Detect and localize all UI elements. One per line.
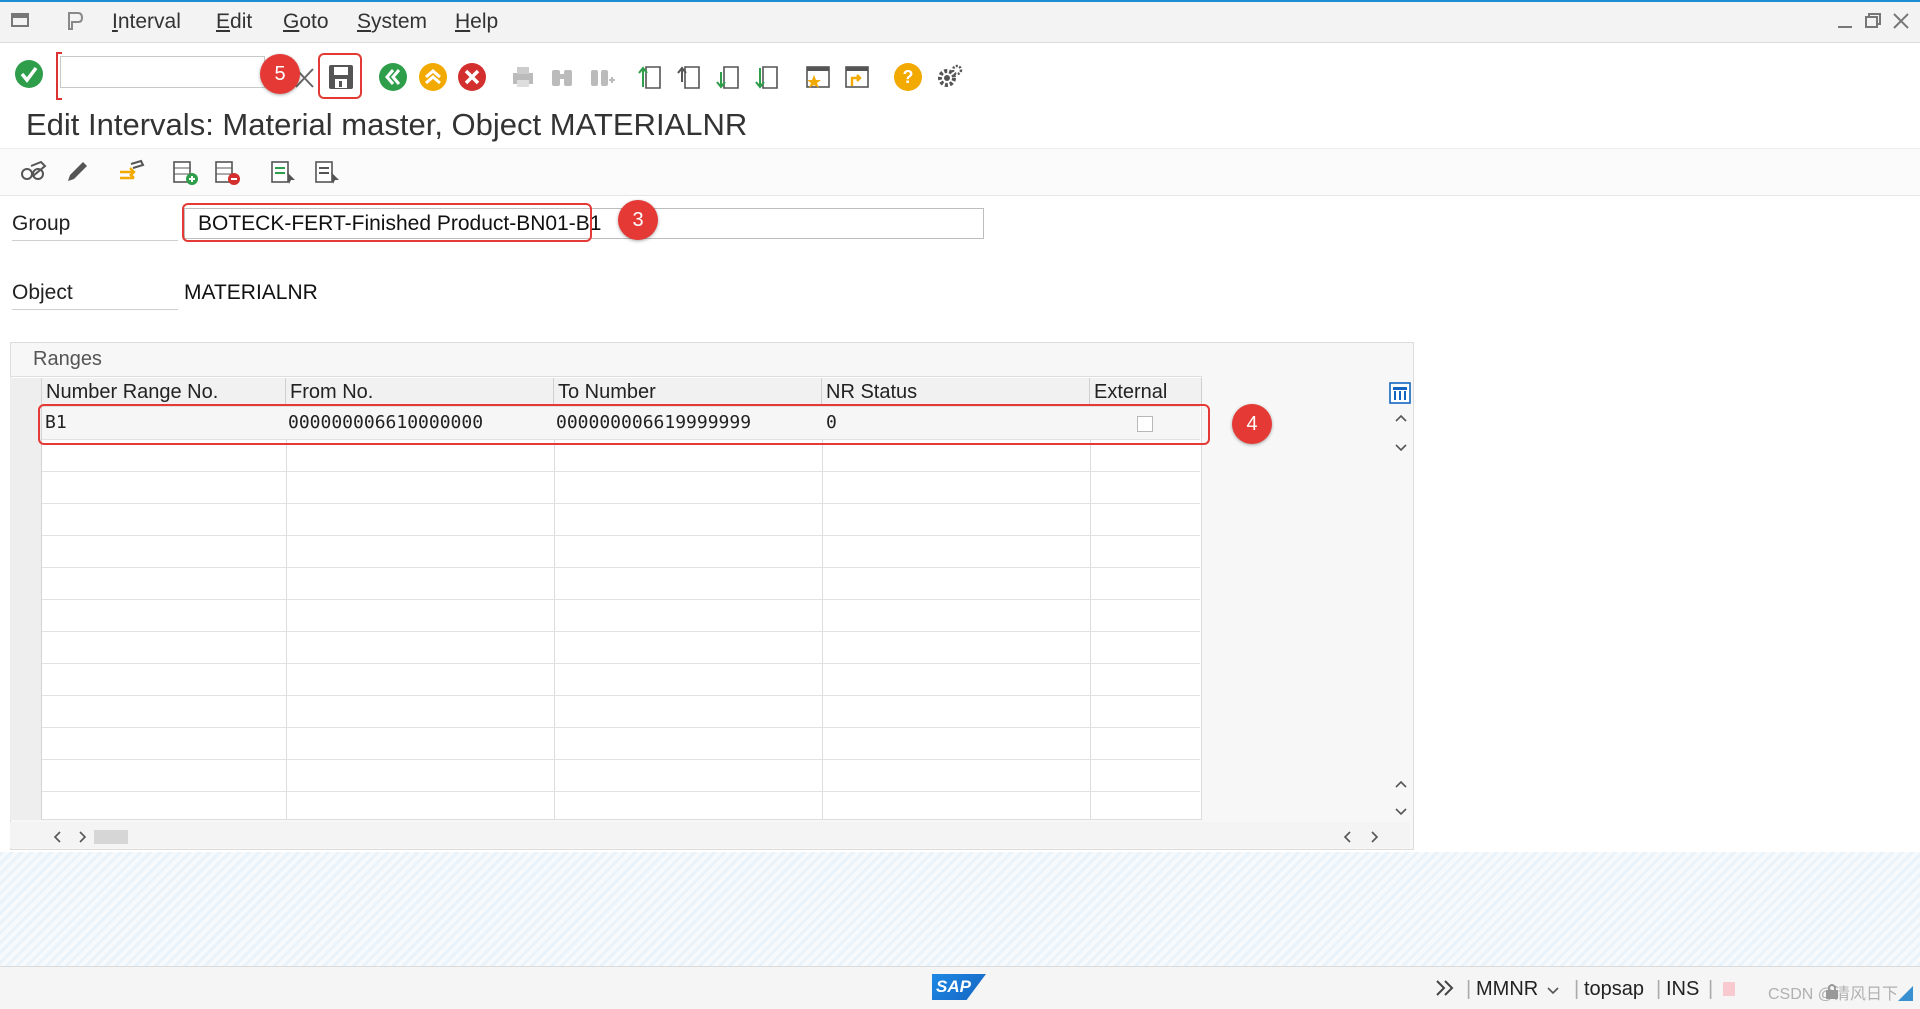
minimize-icon[interactable]: [1836, 12, 1854, 35]
row-selector-column[interactable]: [10, 378, 42, 820]
status-system: topsap: [1584, 978, 1645, 1000]
restore-icon[interactable]: [1864, 12, 1882, 35]
horizontal-scrollbar[interactable]: [10, 822, 1410, 848]
menu-system[interactable]: System: [357, 10, 427, 34]
col-header-to[interactable]: To Number: [554, 378, 822, 406]
print-icon: [506, 60, 540, 94]
insert-interval-icon[interactable]: [170, 157, 200, 187]
scroll-right-icon[interactable]: [78, 830, 88, 849]
change-status-icon[interactable]: [116, 157, 146, 187]
svg-text:?: ?: [903, 67, 914, 87]
scroll-right-end-icon[interactable]: [1370, 830, 1380, 849]
scroll-page-up-icon[interactable]: [1394, 776, 1408, 794]
find-next-icon: [585, 60, 619, 94]
deselect-all-icon[interactable]: [312, 157, 342, 187]
scroll-thumb[interactable]: [94, 830, 128, 844]
row-divider: [42, 631, 1200, 632]
col-header-from[interactable]: From No.: [286, 378, 554, 406]
scroll-down-icon[interactable]: [1394, 440, 1408, 458]
help-icon[interactable]: ?: [891, 60, 925, 94]
status-separator: |: [1466, 978, 1472, 1000]
col-header-number-range[interactable]: Number Range No.: [42, 378, 286, 406]
col-divider: [822, 406, 823, 820]
close-window-icon[interactable]: [1892, 12, 1910, 35]
shortcut-icon[interactable]: [840, 60, 874, 94]
row-divider: [42, 567, 1200, 568]
lock-icon: [1824, 982, 1840, 1000]
scroll-left-end-icon[interactable]: [1342, 830, 1352, 849]
col-header-external[interactable]: External: [1090, 378, 1202, 406]
row-divider: [42, 695, 1200, 696]
highlight-save: [318, 53, 362, 99]
back-icon[interactable]: [376, 60, 410, 94]
scroll-left-icon[interactable]: [52, 830, 62, 849]
menu-bar: Interval Edit Goto System Help: [0, 2, 1920, 43]
expand-status-icon[interactable]: [1434, 978, 1456, 998]
select-all-icon[interactable]: [268, 157, 298, 187]
enter-icon[interactable]: [12, 57, 46, 91]
row-divider: [42, 503, 1200, 504]
status-mode: INS: [1666, 978, 1700, 1000]
col-divider: [554, 406, 555, 820]
create-session-icon[interactable]: [801, 60, 835, 94]
col-divider: [286, 406, 287, 820]
group-label: Group: [12, 212, 178, 241]
last-page-icon[interactable]: [751, 60, 785, 94]
highlight-range-row: [38, 404, 1210, 445]
scroll-page-down-icon[interactable]: [1394, 804, 1408, 822]
delete-interval-icon[interactable]: [212, 157, 242, 187]
previous-page-icon[interactable]: [673, 60, 707, 94]
menu-interval[interactable]: Interval: [112, 10, 181, 34]
ranges-title: Ranges: [33, 348, 102, 370]
command-field[interactable]: [60, 56, 265, 88]
row-divider: [42, 663, 1200, 664]
row-divider: [42, 535, 1200, 536]
row-divider: [42, 791, 1200, 792]
menu-goto[interactable]: Goto: [283, 10, 329, 34]
row-divider: [42, 471, 1200, 472]
row-divider: [42, 727, 1200, 728]
badge-5: 5: [260, 54, 300, 94]
highlight-group: [182, 203, 592, 242]
status-separator: |: [1708, 978, 1714, 1000]
exit-icon[interactable]: [416, 60, 450, 94]
resize-grip-icon[interactable]: [1896, 984, 1914, 1002]
system-menu-icon[interactable]: [10, 10, 32, 32]
col-divider: [1201, 406, 1202, 820]
background-pattern: [0, 852, 1920, 966]
table-settings-icon[interactable]: [1389, 382, 1411, 404]
find-icon: [545, 60, 579, 94]
display-change-icon[interactable]: [18, 157, 48, 187]
row-divider: [42, 759, 1200, 760]
change-pencil-icon[interactable]: [62, 157, 92, 187]
first-page-icon[interactable]: [634, 60, 668, 94]
badge-3: 3: [618, 200, 658, 240]
application-toolbar: [0, 148, 1920, 196]
status-separator: |: [1574, 978, 1580, 1000]
status-indicator-icon: [1720, 978, 1738, 998]
object-label: Object: [12, 281, 178, 310]
settings-icon[interactable]: [932, 60, 966, 94]
status-transaction: MMNR: [1476, 978, 1539, 1000]
menu-help[interactable]: Help: [455, 10, 498, 34]
status-dropdown-icon[interactable]: [1546, 984, 1560, 996]
col-divider: [1090, 406, 1091, 820]
col-header-status[interactable]: NR Status: [822, 378, 1090, 406]
status-separator: |: [1656, 978, 1662, 1000]
object-value: MATERIALNR: [184, 281, 318, 304]
customize-layout-icon[interactable]: [64, 10, 86, 32]
scroll-up-icon[interactable]: [1394, 410, 1408, 428]
next-page-icon[interactable]: [712, 60, 746, 94]
badge-4: 4: [1232, 404, 1272, 444]
page-title: Edit Intervals: Material master, Object …: [26, 107, 748, 142]
menu-edit[interactable]: Edit: [216, 10, 252, 34]
cancel-icon[interactable]: [455, 60, 489, 94]
row-divider: [42, 599, 1200, 600]
